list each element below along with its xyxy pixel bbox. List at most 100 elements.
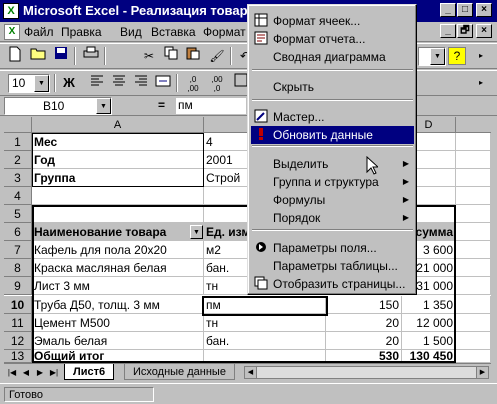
cell-a10[interactable]: Труба Д50, толщ. 3 мм <box>32 296 204 314</box>
excel-app-icon[interactable]: X <box>3 3 19 19</box>
cell-a1[interactable]: Мес <box>32 133 204 151</box>
cell-e13[interactable] <box>456 350 491 363</box>
scroll-left-icon[interactable]: ◀ <box>245 367 257 378</box>
formula-equals[interactable]: = <box>158 98 165 112</box>
cell-c11[interactable]: 20 <box>326 314 402 332</box>
row-header[interactable]: 4 <box>4 187 32 205</box>
bold-button[interactable]: Ж <box>58 73 80 93</box>
doc-minimize-button[interactable]: _ <box>440 24 456 38</box>
prev-sheet-icon[interactable]: ◀ <box>20 366 32 379</box>
row-header[interactable]: 1 <box>4 133 32 151</box>
cell-d13[interactable]: 130 450 <box>402 350 456 363</box>
menu-item-2[interactable]: Формат отчета... <box>251 30 414 48</box>
menu-item-13[interactable]: Отобразить страницы... <box>251 275 414 293</box>
row-header[interactable]: 3 <box>4 169 32 187</box>
cell-a13[interactable]: Общий итог <box>32 350 204 363</box>
cell-a8[interactable]: Краска масляная белая <box>32 259 204 277</box>
cell-d12[interactable]: 1 500 <box>402 332 456 350</box>
formula-input[interactable]: пм <box>176 98 246 114</box>
tab-source-data[interactable]: Исходные данные <box>124 364 235 380</box>
copy-icon[interactable] <box>160 46 182 66</box>
save-icon[interactable] <box>50 46 72 66</box>
cell-e11[interactable] <box>456 314 491 332</box>
row-header[interactable]: 9 <box>4 277 32 295</box>
cell-e5[interactable] <box>456 205 491 223</box>
zoom-combo[interactable]: ▼ <box>418 47 446 66</box>
row-header[interactable]: 5 <box>4 205 32 223</box>
cell-b13[interactable] <box>204 350 326 363</box>
menu-item-12[interactable]: Параметры таблицы... <box>251 257 414 275</box>
cell-c10[interactable]: 150 <box>326 296 402 314</box>
select-all-corner[interactable] <box>4 117 32 133</box>
cell-b12[interactable]: бан. <box>204 332 326 350</box>
cell-a3[interactable]: Группа <box>32 169 204 187</box>
cell-b11[interactable]: тн <box>204 314 326 332</box>
cell-a7[interactable]: Кафель для пола 20x20 <box>32 241 204 259</box>
menu-item-6[interactable]: Обновить данные <box>251 126 414 144</box>
help-button[interactable]: ? <box>448 47 466 65</box>
cell-e3[interactable] <box>456 169 491 187</box>
format-painter-icon[interactable]: 🖌 <box>206 46 228 66</box>
align-right-icon[interactable] <box>130 73 152 93</box>
align-left-icon[interactable] <box>86 73 108 93</box>
cell-e12[interactable] <box>456 332 491 350</box>
toolbar-overflow-icon[interactable]: ▸ <box>470 73 492 93</box>
cell-d11[interactable]: 12 000 <box>402 314 456 332</box>
horizontal-scrollbar[interactable]: ◀ ▶ <box>244 366 489 379</box>
workbook-icon[interactable]: X <box>4 24 20 40</box>
cell-c13[interactable]: 530 <box>326 350 402 363</box>
row-header[interactable]: 8 <box>4 259 32 277</box>
cell-e7[interactable] <box>456 241 491 259</box>
cell-a11[interactable]: Цемент М500 <box>32 314 204 332</box>
close-button[interactable]: × <box>476 3 492 17</box>
field-dropdown-icon[interactable]: ▼ <box>190 225 203 239</box>
increase-decimal-icon[interactable]: ,0,00 <box>182 75 204 95</box>
menu-format[interactable]: Формат <box>203 25 246 39</box>
column-header-e[interactable] <box>456 117 491 133</box>
toolbar-overflow-icon[interactable]: ▸ <box>470 46 492 66</box>
menu-item-1[interactable]: Формат ячеек... <box>251 12 414 30</box>
cell-e10[interactable] <box>456 296 491 314</box>
name-box[interactable]: B10 ▼ <box>4 97 112 115</box>
menu-item-3[interactable]: Сводная диаграмма <box>251 48 414 66</box>
cell-a9[interactable]: Лист 3 мм <box>32 277 204 295</box>
cell-a5[interactable] <box>32 205 204 223</box>
cell-b10[interactable]: пм <box>204 296 326 314</box>
menu-insert[interactable]: Вставка <box>151 25 196 39</box>
row-header[interactable]: 11 <box>4 314 32 332</box>
paste-icon[interactable] <box>182 46 204 66</box>
cell-c12[interactable]: 20 <box>326 332 402 350</box>
cell-e4[interactable] <box>456 187 491 205</box>
cell-e2[interactable] <box>456 151 491 169</box>
menu-file[interactable]: Файл <box>24 25 54 39</box>
cell-a6[interactable]: Наименование товара <box>32 223 204 241</box>
menu-item-11[interactable]: Параметры поля... <box>251 239 414 257</box>
row-header[interactable]: 13 <box>4 350 32 363</box>
menu-item-9[interactable]: Формулы ▶ <box>251 191 414 209</box>
column-header-a[interactable]: A <box>32 117 204 133</box>
row-header[interactable]: 10 <box>4 296 32 314</box>
menu-view[interactable]: Вид <box>120 25 142 39</box>
menu-item-4[interactable]: Скрыть <box>251 78 414 96</box>
menu-item-8[interactable]: Группа и структура ▶ <box>251 173 414 191</box>
chevron-down-icon[interactable]: ▼ <box>96 98 111 114</box>
cell-d10[interactable]: 1 350 <box>402 296 456 314</box>
open-folder-icon[interactable] <box>27 46 49 66</box>
minimize-button[interactable]: _ <box>440 3 456 17</box>
tab-sheet6[interactable]: Лист6 <box>64 364 115 380</box>
menu-item-5[interactable]: Мастер... <box>251 108 414 126</box>
cut-icon[interactable]: ✂ <box>138 46 160 66</box>
new-document-icon[interactable] <box>4 46 26 66</box>
doc-close-button[interactable]: × <box>476 24 492 38</box>
next-sheet-icon[interactable]: ▶ <box>34 366 46 379</box>
chevron-down-icon[interactable]: ▼ <box>430 48 445 65</box>
last-sheet-icon[interactable]: ▶| <box>48 366 60 379</box>
row-header[interactable]: 7 <box>4 241 32 259</box>
cell-e1[interactable] <box>456 133 491 151</box>
merge-center-icon[interactable] <box>152 73 174 93</box>
menu-item-10[interactable]: Порядок ▶ <box>251 209 414 227</box>
print-icon[interactable] <box>80 46 102 66</box>
maximize-button[interactable]: □ <box>457 3 473 17</box>
cell-e9[interactable] <box>456 277 491 295</box>
row-header[interactable]: 2 <box>4 151 32 169</box>
